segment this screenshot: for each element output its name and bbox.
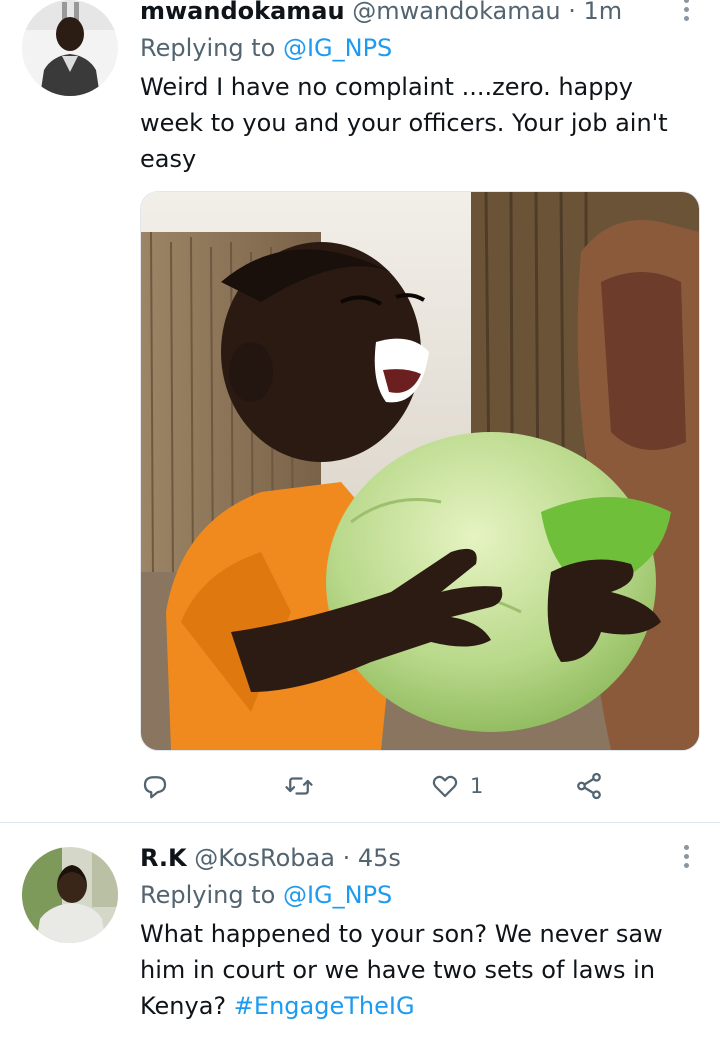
author-handle[interactable]: @mwandokamau xyxy=(352,0,560,25)
share-button[interactable] xyxy=(574,768,604,804)
author-handle[interactable]: @KosRobaa xyxy=(194,844,335,872)
tweet-2[interactable]: R.K @KosRobaa · 45s Replying to @IG_NPS … xyxy=(0,822,720,1063)
cabbage-photo xyxy=(141,192,699,750)
hashtag-link[interactable]: #EngageTheIG xyxy=(234,992,415,1020)
replying-prefix: Replying to xyxy=(140,881,283,909)
avatar-photo xyxy=(22,0,118,96)
retweet-button[interactable] xyxy=(284,768,324,804)
mention-link[interactable]: @IG_NPS xyxy=(283,881,392,909)
reply-button[interactable] xyxy=(140,768,180,804)
replying-prefix: Replying to xyxy=(140,34,283,62)
replying-to: Replying to @IG_NPS xyxy=(140,880,392,910)
avatar-photo xyxy=(22,847,118,943)
like-count: 1 xyxy=(470,774,484,798)
timestamp[interactable]: 1m xyxy=(583,0,622,25)
avatar[interactable] xyxy=(22,847,118,943)
more-icon[interactable] xyxy=(684,845,690,872)
mention-link[interactable]: @IG_NPS xyxy=(283,34,392,62)
tweet-image[interactable] xyxy=(140,191,700,751)
author-name[interactable]: R.K xyxy=(140,844,187,872)
like-button[interactable]: 1 xyxy=(430,768,483,804)
replying-to: Replying to @IG_NPS xyxy=(140,33,392,63)
action-bar: 1 xyxy=(140,768,700,808)
separator-dot: · xyxy=(568,0,576,25)
tweet-header: R.K @KosRobaa · 45s xyxy=(140,843,401,873)
timestamp[interactable]: 45s xyxy=(358,844,401,872)
reply-icon xyxy=(143,776,167,799)
tweet-header: mwandokamau @mwandokamau · 1m xyxy=(140,0,622,26)
avatar[interactable] xyxy=(22,0,118,96)
tweet-text-container: What happened to your son? We never saw … xyxy=(140,916,700,1024)
tweet-text: Weird I have no complaint ....zero. happ… xyxy=(140,73,668,173)
like-icon xyxy=(432,775,458,798)
retweet-icon xyxy=(285,777,313,795)
share-icon xyxy=(577,772,601,800)
more-icon[interactable] xyxy=(684,0,690,25)
author-name[interactable]: mwandokamau xyxy=(140,0,345,25)
separator-dot: · xyxy=(342,844,351,872)
tweet-1[interactable]: mwandokamau @mwandokamau · 1m Replying t… xyxy=(0,0,720,822)
